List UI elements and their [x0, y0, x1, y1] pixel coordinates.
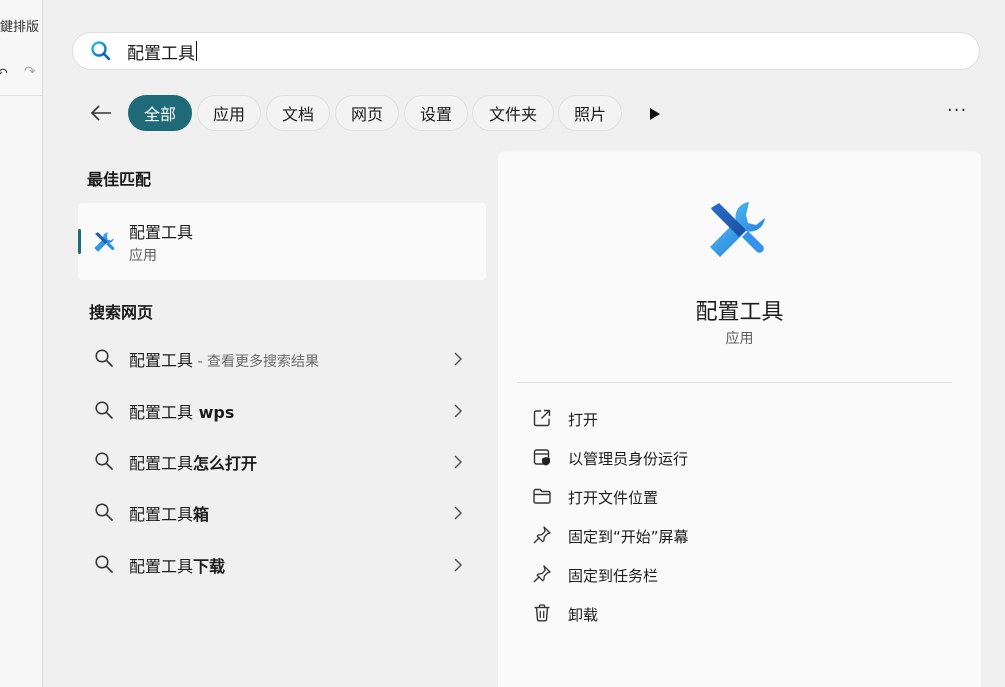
chevron-right-icon[interactable]: [452, 557, 464, 572]
web-search-query: 配置工具: [129, 403, 194, 422]
more-filters-button[interactable]: [649, 106, 661, 125]
open-external-icon: [532, 408, 552, 428]
search-icon: [94, 554, 114, 574]
divider: [517, 382, 952, 383]
web-search-suffix: 下载: [193, 557, 226, 576]
tools-icon: [705, 198, 769, 262]
action-open-file-location[interactable]: 打开文件位置: [528, 482, 958, 512]
redo-icon[interactable]: ↷: [24, 64, 36, 80]
web-search-item-label: 配置工具 - 查看更多搜索结果: [129, 347, 319, 371]
background-app-title: 鍵排版: [0, 20, 40, 35]
chevron-right-icon[interactable]: [452, 351, 464, 366]
action-run-as-admin[interactable]: 以管理员身份运行: [528, 443, 958, 473]
web-search-query: 配置工具: [129, 351, 194, 370]
web-search-suffix: wps: [193, 403, 235, 422]
admin-shield-icon: [532, 447, 552, 467]
web-search-heading: 搜索网页: [89, 303, 154, 322]
search-input[interactable]: 配置工具: [72, 32, 980, 70]
trash-icon: [532, 603, 552, 623]
search-icon: [90, 40, 112, 62]
web-search-query: 配置工具: [129, 454, 194, 473]
play-triangle-icon: [650, 108, 660, 120]
action-label: 固定到任务栏: [568, 567, 659, 585]
action-pin-to-start[interactable]: 固定到“开始”屏幕: [528, 521, 958, 551]
web-search-suffix: 箱: [193, 505, 210, 524]
filter-chip-all[interactable]: 全部: [128, 95, 192, 131]
filter-chip-photos[interactable]: 照片: [558, 95, 622, 131]
best-match-heading: 最佳匹配: [87, 170, 152, 189]
search-icon: [94, 400, 114, 420]
best-match-title: 配置工具: [129, 223, 194, 242]
selection-indicator: [78, 229, 81, 254]
detail-pane: 配置工具 应用 打开 以管理员身份运行 打开文件位置 固定到“开始”屏幕 固定到…: [498, 151, 981, 687]
tools-icon: [92, 230, 116, 254]
web-search-item-label: 配置工具 wps: [129, 399, 234, 423]
pin-icon: [532, 525, 552, 545]
best-match-subtitle: 应用: [129, 248, 157, 264]
more-options-button[interactable]: ···: [947, 100, 967, 121]
search-panel: 配置工具 全部 应用 文档 网页 设置 文件夹 照片 ··· 最佳匹配 配置工具…: [43, 0, 1005, 687]
undo-icon[interactable]: ↶: [0, 66, 8, 82]
action-label: 卸载: [568, 606, 599, 624]
folder-icon: [532, 486, 552, 506]
action-pin-to-taskbar[interactable]: 固定到任务栏: [528, 560, 958, 590]
web-search-item[interactable]: 配置工具 - 查看更多搜索结果: [78, 338, 486, 378]
web-search-item[interactable]: 配置工具 wps: [78, 390, 486, 430]
action-label: 以管理员身份运行: [568, 450, 689, 468]
web-search-item-label: 配置工具下载: [129, 553, 225, 577]
web-search-query: 配置工具: [129, 557, 194, 576]
filter-chip-folders[interactable]: 文件夹: [472, 95, 554, 131]
action-label: 打开文件位置: [568, 489, 659, 507]
action-open[interactable]: 打开: [528, 404, 958, 434]
chevron-right-icon[interactable]: [452, 403, 464, 418]
web-search-hint: - 查看更多搜索结果: [193, 354, 319, 370]
filter-chip-web[interactable]: 网页: [335, 95, 399, 131]
search-icon: [94, 451, 114, 471]
web-search-query: 配置工具: [129, 505, 194, 524]
web-search-suffix: 怎么打开: [193, 454, 258, 473]
web-search-item[interactable]: 配置工具箱: [78, 492, 486, 532]
text-caret: [196, 41, 197, 61]
pin-icon: [532, 564, 552, 584]
chevron-right-icon[interactable]: [452, 454, 464, 469]
filter-bar: 全部 应用 文档 网页 设置 文件夹 照片 ···: [43, 92, 1005, 134]
action-label: 固定到“开始”屏幕: [568, 528, 689, 546]
search-query-text: 配置工具: [127, 43, 195, 64]
arrow-left-icon: [90, 105, 111, 121]
filter-chip-documents[interactable]: 文档: [266, 95, 330, 131]
filter-chip-settings[interactable]: 设置: [404, 95, 468, 131]
divider: [0, 95, 42, 96]
action-uninstall[interactable]: 卸载: [528, 599, 958, 629]
web-search-item-label: 配置工具箱: [129, 501, 209, 525]
background-app-strip: 鍵排版 ↶ ↷: [0, 0, 43, 687]
web-search-item-label: 配置工具怎么打开: [129, 450, 257, 474]
filter-chip-apps[interactable]: 应用: [197, 95, 261, 131]
search-icon: [94, 348, 114, 368]
detail-subtitle: 应用: [725, 331, 754, 347]
detail-title: 配置工具: [695, 300, 784, 325]
chevron-right-icon[interactable]: [452, 505, 464, 520]
best-match-item[interactable]: 配置工具 应用: [78, 203, 486, 280]
web-search-item[interactable]: 配置工具怎么打开: [78, 441, 486, 481]
back-button[interactable]: [87, 102, 115, 124]
web-search-item[interactable]: 配置工具下载: [78, 544, 486, 584]
search-icon: [94, 502, 114, 522]
action-label: 打开: [568, 411, 599, 429]
